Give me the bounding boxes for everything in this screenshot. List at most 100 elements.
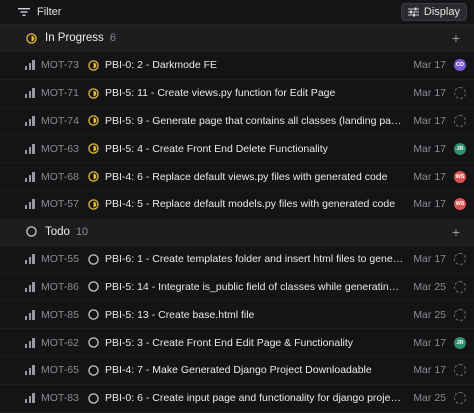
assignee-avatar[interactable]	[454, 392, 466, 405]
priority-bars-icon[interactable]	[25, 88, 35, 99]
issue-date: Mar 17	[413, 198, 446, 211]
priority-bars-icon[interactable]	[25, 309, 35, 320]
add-issue-icon[interactable]: +	[452, 31, 460, 45]
display-label: Display	[423, 6, 460, 18]
issue-title: PBI-4: 5 - Replace default models.py fil…	[105, 198, 396, 211]
assignee-avatar[interactable]	[454, 87, 466, 100]
issue-title: PBI-5: 13 - Create base.html file	[105, 308, 255, 321]
add-issue-icon[interactable]: +	[452, 225, 460, 239]
issue-row[interactable]: MOT-83 PBI-0: 6 - Create input page and f…	[0, 385, 474, 413]
issue-date: Mar 25	[413, 280, 446, 293]
issue-row[interactable]: MOT-73 PBI-0: 2 - Darkmode FE Mar 17 CD	[0, 52, 474, 80]
assignee-avatar[interactable]	[454, 114, 466, 127]
issue-title: PBI-4: 6 - Replace default views.py file…	[105, 170, 388, 183]
in-progress-icon[interactable]	[87, 198, 99, 210]
assignee-avatar[interactable]: WS	[454, 198, 466, 211]
todo-icon[interactable]	[87, 309, 99, 321]
assignee-avatar[interactable]: JR	[454, 142, 466, 155]
filter-icon	[18, 8, 30, 16]
todo-icon[interactable]	[87, 364, 99, 376]
issue-identifier: MOT-65	[41, 364, 79, 377]
issue-row[interactable]: MOT-86 PBI-5: 14 - Integrate is_public fi…	[0, 274, 474, 302]
issue-title: PBI-5: 11 - Create views.py function for…	[105, 87, 336, 100]
issue-date: Mar 25	[413, 308, 446, 321]
priority-bars-icon[interactable]	[25, 171, 35, 182]
priority-bars-icon[interactable]	[25, 254, 35, 265]
issue-date: Mar 17	[413, 142, 446, 155]
in-progress-icon[interactable]	[87, 171, 99, 183]
toolbar: Filter Display	[0, 0, 474, 25]
issue-groups: In Progress 6 + MOT-73 PBI-0: 2 - Darkmode F…	[0, 25, 474, 413]
group-header[interactable]: Todo 10 +	[0, 218, 474, 246]
group-header[interactable]: In Progress 6 +	[0, 25, 474, 52]
filter-button[interactable]: Filter	[18, 6, 61, 18]
issue-date: Mar 17	[413, 114, 446, 127]
issue-identifier: MOT-74	[41, 114, 79, 127]
assignee-avatar[interactable]: CD	[454, 59, 466, 72]
priority-bars-icon[interactable]	[25, 393, 35, 404]
todo-icon[interactable]	[87, 281, 99, 293]
issue-title: PBI-5: 9 - Generate page that contains a…	[105, 114, 404, 127]
issue-identifier: MOT-63	[41, 142, 79, 155]
priority-bars-icon[interactable]	[25, 281, 35, 292]
issue-title: PBI-5: 14 - Integrate is_public field of…	[105, 280, 404, 293]
assignee-avatar[interactable]	[454, 364, 466, 377]
priority-bars-icon[interactable]	[25, 337, 35, 348]
priority-bars-icon[interactable]	[25, 60, 35, 71]
assignee-avatar[interactable]: WS	[454, 170, 466, 183]
in-progress-icon[interactable]	[87, 115, 99, 127]
todo-icon[interactable]	[87, 253, 99, 265]
filter-label: Filter	[37, 6, 62, 18]
sliders-icon	[407, 7, 419, 17]
priority-bars-icon[interactable]	[25, 115, 35, 126]
issue-row[interactable]: MOT-55 PBI-6: 1 - Create templates folder…	[0, 246, 474, 274]
issue-date: Mar 17	[413, 59, 446, 72]
display-button[interactable]: Display	[400, 3, 467, 21]
issue-row[interactable]: MOT-71 PBI-5: 11 - Create views.py functi…	[0, 80, 474, 108]
issue-list-view: Filter Display In Progress 6 + MOT-73 PBI-0:…	[0, 0, 474, 413]
issue-row[interactable]: MOT-74 PBI-5: 9 - Generate page that cont…	[0, 108, 474, 136]
issue-date: Mar 25	[413, 392, 446, 405]
issue-identifier: MOT-85	[41, 308, 79, 321]
in-progress-icon[interactable]	[87, 87, 99, 99]
issue-identifier: MOT-57	[41, 198, 79, 211]
in-progress-icon[interactable]	[87, 143, 99, 155]
issue-identifier: MOT-83	[41, 392, 79, 405]
priority-bars-icon[interactable]	[25, 365, 35, 376]
issue-row[interactable]: MOT-68 PBI-4: 6 - Replace default views.p…	[0, 163, 474, 191]
issue-identifier: MOT-55	[41, 253, 79, 266]
assignee-avatar[interactable]	[454, 253, 466, 266]
issue-title: PBI-5: 4 - Create Front End Delete Funct…	[105, 142, 328, 155]
assignee-avatar[interactable]: JR	[454, 336, 466, 349]
assignee-avatar[interactable]	[454, 308, 466, 321]
priority-bars-icon[interactable]	[25, 199, 35, 210]
in-progress-icon[interactable]	[25, 32, 37, 44]
group-name: In Progress	[45, 32, 104, 44]
issue-row[interactable]: MOT-65 PBI-4: 7 - Make Generated Django P…	[0, 357, 474, 385]
group-count: 10	[75, 225, 89, 238]
group-name: Todo	[45, 225, 70, 238]
issue-title: PBI-4: 7 - Make Generated Django Project…	[105, 364, 372, 377]
issue-row[interactable]: MOT-57 PBI-4: 5 - Replace default models.…	[0, 191, 474, 219]
assignee-avatar[interactable]	[454, 280, 466, 293]
issue-identifier: MOT-73	[41, 59, 79, 72]
issue-date: Mar 17	[413, 336, 446, 349]
todo-icon[interactable]	[87, 337, 99, 349]
todo-icon[interactable]	[87, 392, 99, 404]
issue-row[interactable]: MOT-85 PBI-5: 13 - Create base.html file M…	[0, 301, 474, 330]
issue-title: PBI-0: 2 - Darkmode FE	[105, 59, 218, 72]
group-count: 6	[109, 32, 116, 44]
in-progress-icon[interactable]	[87, 59, 99, 71]
issue-row[interactable]: MOT-62 PBI-5: 3 - Create Front End Edit P…	[0, 329, 474, 357]
issue-row[interactable]: MOT-63 PBI-5: 4 - Create Front End Delete…	[0, 135, 474, 164]
issue-title: PBI-0: 6 - Create input page and functio…	[105, 392, 404, 405]
issue-date: Mar 17	[413, 253, 446, 266]
priority-bars-icon[interactable]	[25, 143, 35, 154]
issue-date: Mar 17	[413, 170, 446, 183]
issue-date: Mar 17	[413, 364, 446, 377]
issue-title: PBI-6: 1 - Create templates folder and i…	[105, 253, 404, 266]
issue-identifier: MOT-86	[41, 280, 79, 293]
issue-title: PBI-5: 3 - Create Front End Edit Page & …	[105, 336, 354, 349]
todo-icon[interactable]	[25, 226, 37, 238]
issue-identifier: MOT-62	[41, 336, 79, 349]
